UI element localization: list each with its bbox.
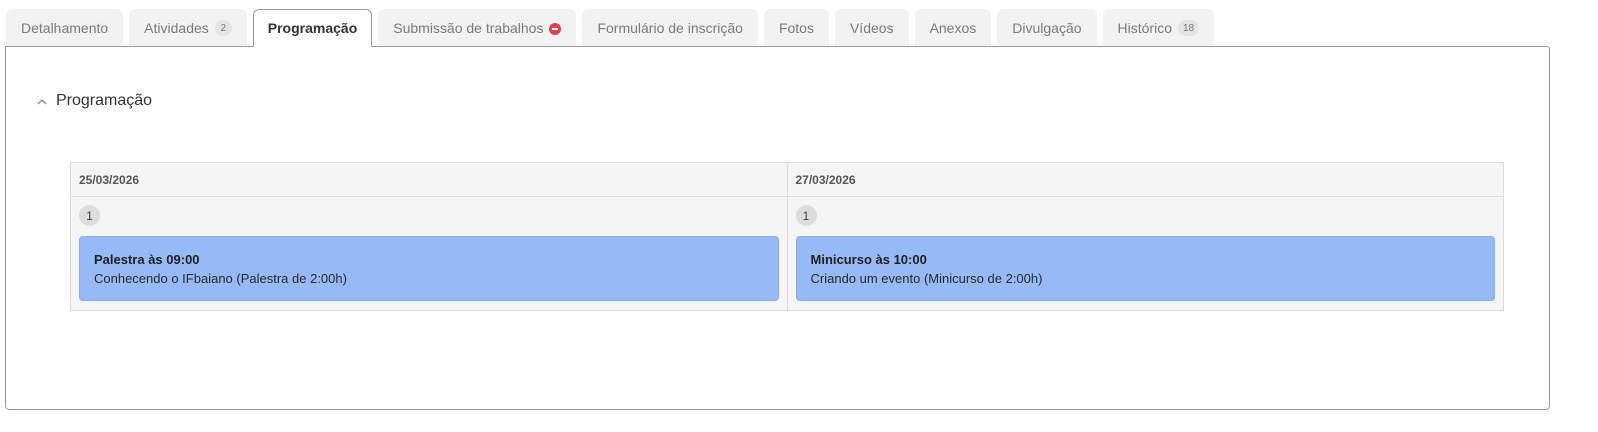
tab-videos[interactable]: Vídeos <box>834 9 909 46</box>
event-card[interactable]: Palestra às 09:00 Conhecendo o IFbaiano … <box>79 236 779 301</box>
event-title: Minicurso às 10:00 <box>810 252 927 267</box>
schedule-grid: 25/03/2026 1 Palestra às 09:00 Conhecend… <box>70 162 1504 311</box>
count-badge: 18 <box>1178 20 1200 36</box>
tab-label: Submissão de trabalhos <box>393 20 544 36</box>
tab-label: Fotos <box>778 20 814 36</box>
tab-historico[interactable]: Histórico 18 <box>1102 9 1215 46</box>
event-description: Criando um evento (Minicurso de 2:00h) <box>810 271 1043 286</box>
tab-label: Divulgação <box>1012 20 1082 36</box>
tab-programacao[interactable]: Programação <box>252 9 373 47</box>
tab-fotos[interactable]: Fotos <box>763 9 829 46</box>
tab-submissao-trabalhos[interactable]: Submissão de trabalhos <box>378 9 577 46</box>
tab-label: Formulário de inscrição <box>597 20 743 36</box>
tab-label: Anexos <box>929 20 977 36</box>
tab-anexos[interactable]: Anexos <box>914 9 992 46</box>
schedule-day: 27/03/2026 1 Minicurso às 10:00 Criando … <box>786 163 1503 310</box>
schedule-day: 25/03/2026 1 Palestra às 09:00 Conhecend… <box>71 163 787 310</box>
day-date: 25/03/2026 <box>71 163 787 197</box>
tab-bar: Detalhamento Atividades 2 Programação Su… <box>6 9 1215 47</box>
tab-label: Vídeos <box>849 20 894 36</box>
event-count-badge: 1 <box>795 205 817 226</box>
day-date: 27/03/2026 <box>787 163 1503 197</box>
tab-divulgacao[interactable]: Divulgação <box>997 9 1097 46</box>
event-card[interactable]: Minicurso às 10:00 Criando um evento (Mi… <box>795 236 1495 301</box>
chevron-up-icon <box>36 95 48 107</box>
section-title: Programação <box>56 92 153 109</box>
tab-atividades[interactable]: Atividades 2 <box>129 9 247 46</box>
tab-label: Detalhamento <box>21 20 109 36</box>
event-title: Palestra às 09:00 <box>94 252 200 267</box>
tab-label: Histórico <box>1117 20 1172 36</box>
tab-label: Atividades <box>144 20 209 36</box>
count-badge: 2 <box>214 20 232 36</box>
blocked-icon <box>549 22 562 35</box>
section-toggle[interactable]: Programação <box>36 92 152 110</box>
event-description: Conhecendo o IFbaiano (Palestra de 2:00h… <box>94 271 347 286</box>
tab-panel-programacao: Programação 25/03/2026 1 Palestra às 09:… <box>5 46 1550 410</box>
event-count-badge: 1 <box>79 205 100 226</box>
tab-detalhamento[interactable]: Detalhamento <box>6 9 124 46</box>
tab-formulario-inscricao[interactable]: Formulário de inscrição <box>582 9 758 46</box>
tab-label: Programação <box>267 20 358 36</box>
